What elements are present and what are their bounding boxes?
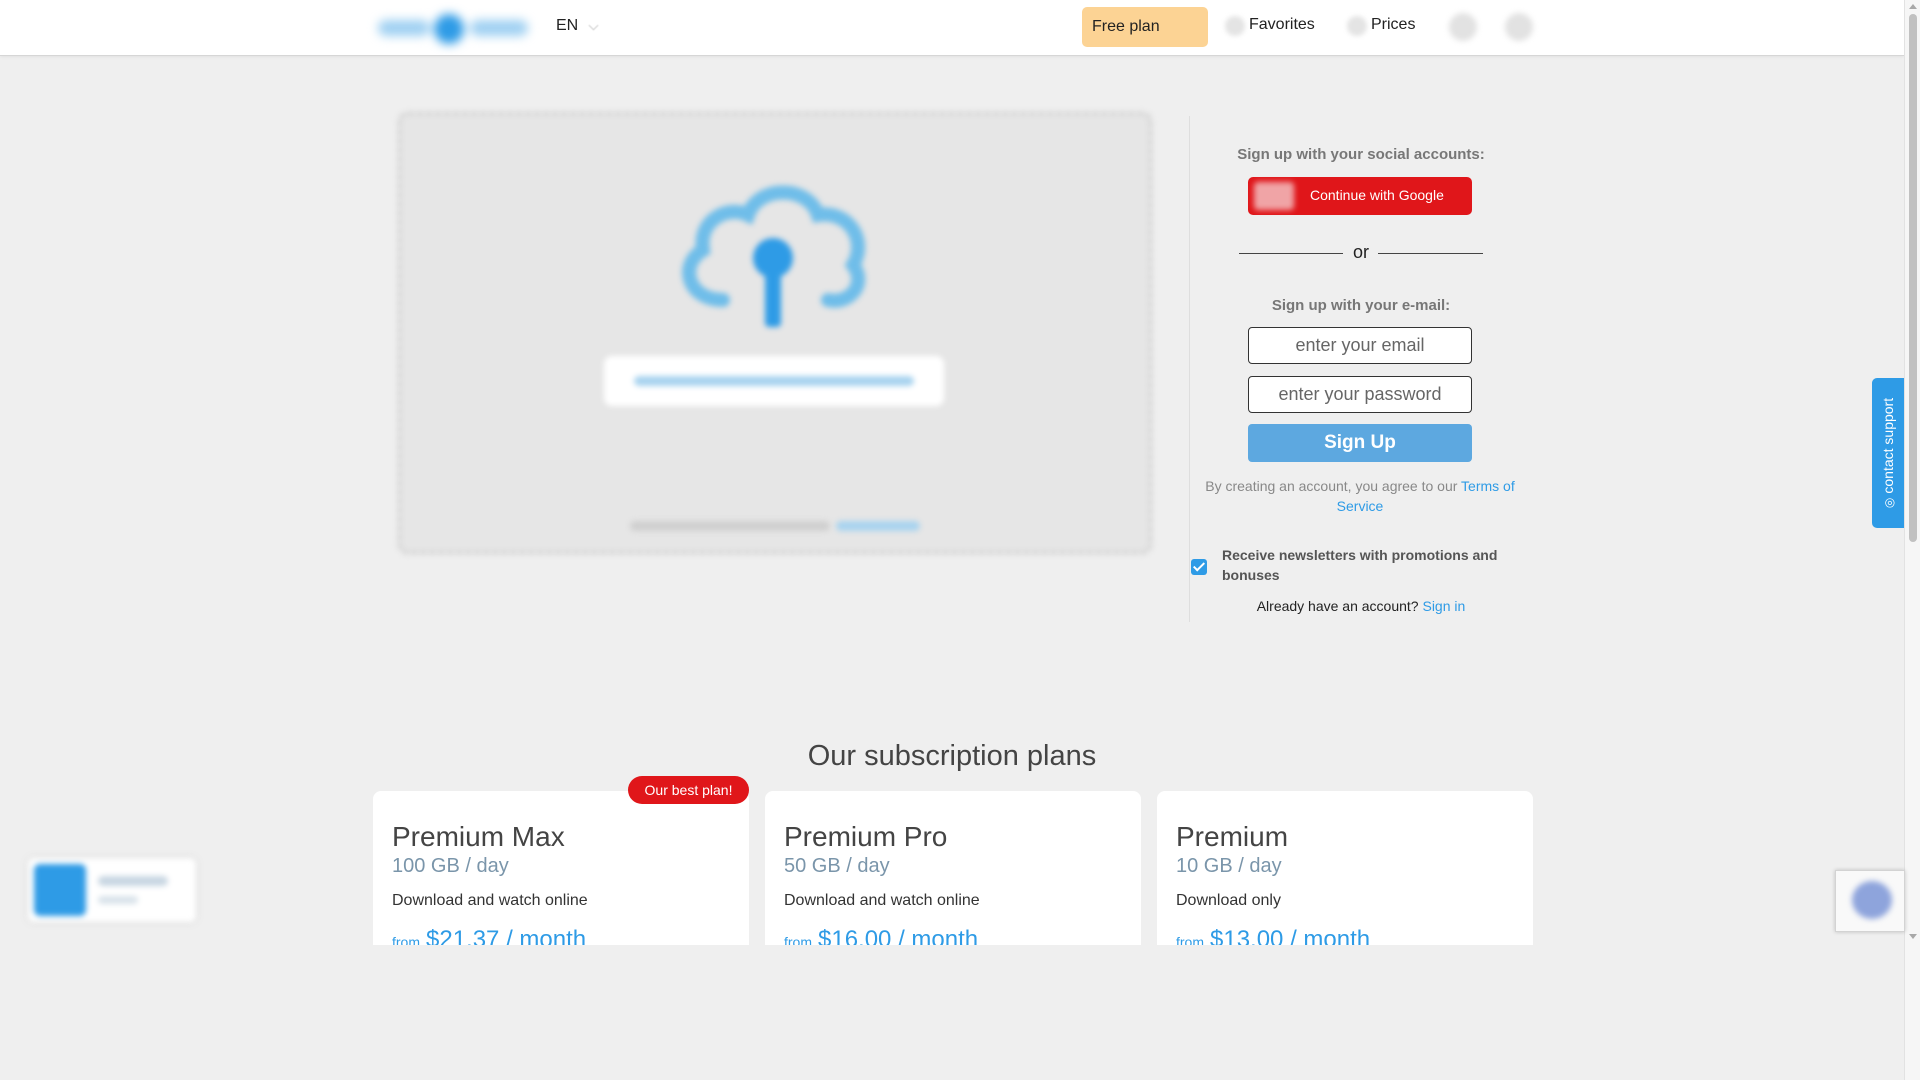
recaptcha-badge[interactable] bbox=[1835, 870, 1905, 932]
plan-name: Premium Max bbox=[392, 821, 565, 852]
plan-card-premium-max[interactable]: Premium Max 100 GB / day Download and wa… bbox=[373, 791, 749, 945]
user-icon[interactable] bbox=[1449, 13, 1477, 41]
best-plan-badge: Our best plan! bbox=[628, 776, 749, 804]
contact-support-label: contact support bbox=[1880, 397, 1896, 494]
plans-section-title: Our subscription plans bbox=[807, 740, 1097, 772]
plan-card-premium[interactable]: Premium 10 GB / day Download only from $1… bbox=[1157, 791, 1533, 945]
plan-description: Download and watch online bbox=[392, 892, 588, 909]
plan-name: Premium bbox=[1176, 821, 1289, 852]
or-divider-right bbox=[1378, 253, 1483, 254]
contact-support-tab[interactable]: ◎ contact support bbox=[1872, 378, 1904, 528]
chat-widget[interactable] bbox=[28, 858, 196, 922]
page-scrollbar[interactable] bbox=[1904, 0, 1920, 1080]
newsletter-checkbox[interactable] bbox=[1191, 559, 1207, 575]
chevron-down-icon[interactable] bbox=[588, 20, 599, 31]
scroll-down-arrow-icon[interactable] bbox=[1909, 934, 1917, 939]
google-button-label: Continue with Google bbox=[1310, 187, 1444, 203]
or-divider-left bbox=[1239, 253, 1343, 254]
panel-divider bbox=[1189, 116, 1190, 622]
newsletter-label[interactable]: Receive newsletters with promotions and … bbox=[1222, 545, 1512, 585]
sign-in-prompt: Already have an account? Sign in bbox=[1195, 598, 1527, 614]
plan-name: Premium Pro bbox=[784, 821, 948, 852]
sign-in-link[interactable]: Sign in bbox=[1422, 598, 1465, 614]
menu-icon[interactable] bbox=[1505, 13, 1533, 41]
sign-in-prefix: Already have an account? bbox=[1256, 598, 1419, 614]
language-selector[interactable]: EN bbox=[556, 17, 578, 35]
top-navigation-bar: EN Free plan Favorites Prices bbox=[0, 0, 1904, 56]
google-icon bbox=[1254, 182, 1294, 210]
select-files-button[interactable] bbox=[604, 356, 944, 406]
email-signup-heading: Sign up with your e-mail: bbox=[1271, 297, 1451, 314]
upload-terms-note bbox=[630, 521, 920, 531]
support-icon: ◎ bbox=[1882, 497, 1896, 509]
price-amount: $13.00 / month bbox=[1210, 926, 1371, 945]
favorites-icon bbox=[1225, 16, 1245, 36]
price-prefix: from bbox=[1176, 934, 1204, 945]
sign-up-button[interactable]: Sign Up bbox=[1248, 424, 1472, 462]
plan-card-premium-pro[interactable]: Premium Pro 50 GB / day Download and wat… bbox=[765, 791, 1141, 945]
prices-link[interactable]: Prices bbox=[1371, 16, 1415, 34]
price-amount: $21.37 / month bbox=[426, 926, 587, 945]
continue-with-google-button[interactable]: Continue with Google bbox=[1248, 177, 1472, 215]
plan-quota: 100 GB / day bbox=[392, 855, 509, 877]
price-amount: $16.00 / month bbox=[818, 926, 979, 945]
password-input[interactable] bbox=[1248, 376, 1472, 413]
plan-description: Download only bbox=[1176, 892, 1281, 909]
scroll-up-arrow-icon[interactable] bbox=[1909, 4, 1917, 9]
plan-price: from $21.37 / month bbox=[392, 926, 586, 945]
or-separator: or bbox=[1352, 242, 1369, 262]
plan-quota: 50 GB / day bbox=[784, 855, 890, 877]
terms-notice: By creating an account, you agree to our… bbox=[1200, 476, 1520, 516]
scrollbar-thumb[interactable] bbox=[1909, 14, 1917, 542]
prices-icon bbox=[1347, 16, 1367, 36]
price-prefix: from bbox=[392, 934, 420, 945]
favorites-link[interactable]: Favorites bbox=[1249, 16, 1315, 34]
plan-price: from $13.00 / month bbox=[1176, 926, 1370, 945]
free-plan-button[interactable]: Free plan bbox=[1082, 7, 1208, 47]
terms-prefix: By creating an account, you agree to our bbox=[1205, 478, 1462, 494]
plan-quota: 10 GB / day bbox=[1176, 855, 1282, 877]
site-logo[interactable] bbox=[374, 10, 532, 44]
recaptcha-icon bbox=[1852, 881, 1892, 919]
cloud-upload-icon bbox=[682, 185, 866, 327]
email-input[interactable] bbox=[1248, 327, 1472, 364]
price-prefix: from bbox=[784, 934, 812, 945]
social-signup-heading: Sign up with your social accounts: bbox=[1237, 146, 1485, 163]
plan-description: Download and watch online bbox=[784, 892, 980, 909]
plan-price: from $16.00 / month bbox=[784, 926, 978, 945]
